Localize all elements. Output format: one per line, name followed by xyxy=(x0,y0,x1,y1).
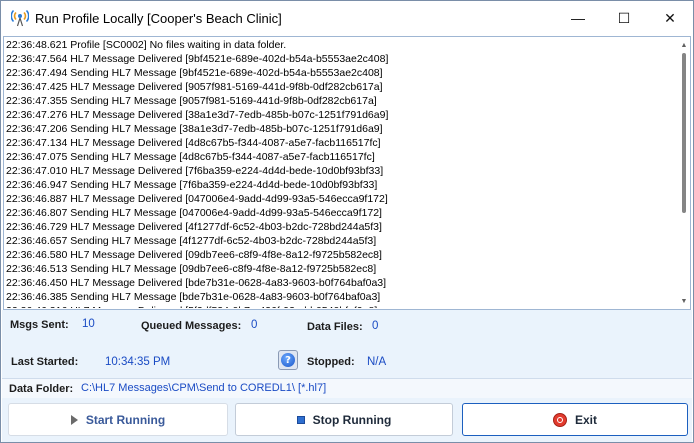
start-running-button[interactable]: Start Running xyxy=(8,403,228,436)
data-files-value: 0 xyxy=(372,320,379,332)
run-profile-window: Run Profile Locally [Cooper's Beach Clin… xyxy=(0,0,694,443)
last-started-value: 10:34:35 PM xyxy=(105,356,171,368)
stopped-label: Stopped: xyxy=(307,356,355,368)
log-line: 22:36:46.947 Sending HL7 Message [7f6ba3… xyxy=(6,179,378,191)
log-line: 22:36:47.494 Sending HL7 Message [9bf452… xyxy=(6,67,383,79)
log-line: 22:36:46.729 HL7 Message Delivered [4f12… xyxy=(6,221,382,233)
log-scrollbar[interactable]: ▲ ▼ xyxy=(678,37,690,309)
scroll-down-arrow-icon[interactable]: ▼ xyxy=(678,295,690,307)
minimize-icon: — xyxy=(571,10,585,26)
data-files-label: Data Files: xyxy=(307,321,363,333)
log-line: 22:36:46.450 HL7 Message Delivered [bde7… xyxy=(6,277,387,289)
log-line: 22:36:47.206 Sending HL7 Message [38a1e3… xyxy=(6,123,383,135)
status-panel: Msgs Sent: 10 Queued Messages: 0 Data Fi… xyxy=(2,310,692,378)
last-started-label: Last Started: xyxy=(11,356,79,368)
close-icon: ✕ xyxy=(664,9,676,26)
log-line: 22:36:47.564 HL7 Message Delivered [9bf4… xyxy=(6,53,389,65)
log-line: 22:36:46.807 Sending HL7 Message [047006… xyxy=(6,207,382,219)
log-line: 22:36:47.355 Sending HL7 Message [9057f9… xyxy=(6,95,377,107)
close-button[interactable]: ✕ xyxy=(647,1,693,35)
log-line: 22:36:46.580 HL7 Message Delivered [09db… xyxy=(6,249,382,261)
log-line: 22:36:47.276 HL7 Message Delivered [38a1… xyxy=(6,109,389,121)
log-line: 22:36:46.887 HL7 Message Delivered [0470… xyxy=(6,193,388,205)
exit-button[interactable]: Exit xyxy=(462,403,688,436)
window-title: Run Profile Locally [Cooper's Beach Clin… xyxy=(35,11,282,26)
help-button[interactable]: ? xyxy=(278,350,298,370)
minimize-button[interactable]: — xyxy=(555,1,601,35)
maximize-button[interactable]: ☐ xyxy=(601,1,647,35)
exit-icon xyxy=(552,412,567,427)
log-line: 22:36:46.385 Sending HL7 Message [bde7b3… xyxy=(6,291,381,303)
action-buttons-row: Start Running Stop Running Exit xyxy=(2,398,692,442)
help-icon: ? xyxy=(281,353,295,367)
log-line: 22:36:47.134 HL7 Message Delivered [4d8c… xyxy=(6,137,381,149)
title-bar[interactable]: Run Profile Locally [Cooper's Beach Clin… xyxy=(1,1,693,35)
log-line: 22:36:47.425 HL7 Message Delivered [9057… xyxy=(6,81,383,93)
log-line: 22:36:47.075 Sending HL7 Message [4d8c67… xyxy=(6,151,375,163)
data-folder-path: C:\HL7 Messages\CPM\Send to COREDL1\ [*.… xyxy=(81,382,327,394)
stop-running-label: Stop Running xyxy=(312,412,392,427)
queued-messages-label: Queued Messages: xyxy=(141,320,242,332)
maximize-icon: ☐ xyxy=(617,9,631,26)
start-running-label: Start Running xyxy=(85,412,166,427)
msgs-sent-label: Msgs Sent: xyxy=(10,319,69,331)
log-list[interactable]: 22:36:48.621 Profile [SC0002] No files w… xyxy=(3,36,691,310)
stop-icon xyxy=(296,415,305,424)
data-folder-row: Data Folder: C:\HL7 Messages\CPM\Send to… xyxy=(2,378,692,398)
exit-label: Exit xyxy=(574,412,597,427)
broadcast-icon xyxy=(11,9,29,27)
queued-messages-value: 0 xyxy=(251,319,258,331)
scroll-thumb[interactable] xyxy=(682,53,686,213)
msgs-sent-value: 10 xyxy=(82,318,95,330)
log-line: 22:36:46.316 HL7 Message Delivered [5f2d… xyxy=(6,304,678,308)
log-line: 22:36:47.010 HL7 Message Delivered [7f6b… xyxy=(6,165,384,177)
data-folder-label: Data Folder: xyxy=(9,383,74,395)
scroll-up-arrow-icon[interactable]: ▲ xyxy=(678,39,690,51)
stop-running-button[interactable]: Stop Running xyxy=(235,403,453,436)
log-line: 22:36:46.513 Sending HL7 Message [09db7e… xyxy=(6,263,377,275)
play-icon xyxy=(70,414,78,425)
log-line: 22:36:46.657 Sending HL7 Message [4f1277… xyxy=(6,235,377,247)
log-line: 22:36:48.621 Profile [SC0002] No files w… xyxy=(6,39,287,51)
log-lines-container: 22:36:48.621 Profile [SC0002] No files w… xyxy=(6,38,678,308)
stopped-value: N/A xyxy=(367,356,387,368)
